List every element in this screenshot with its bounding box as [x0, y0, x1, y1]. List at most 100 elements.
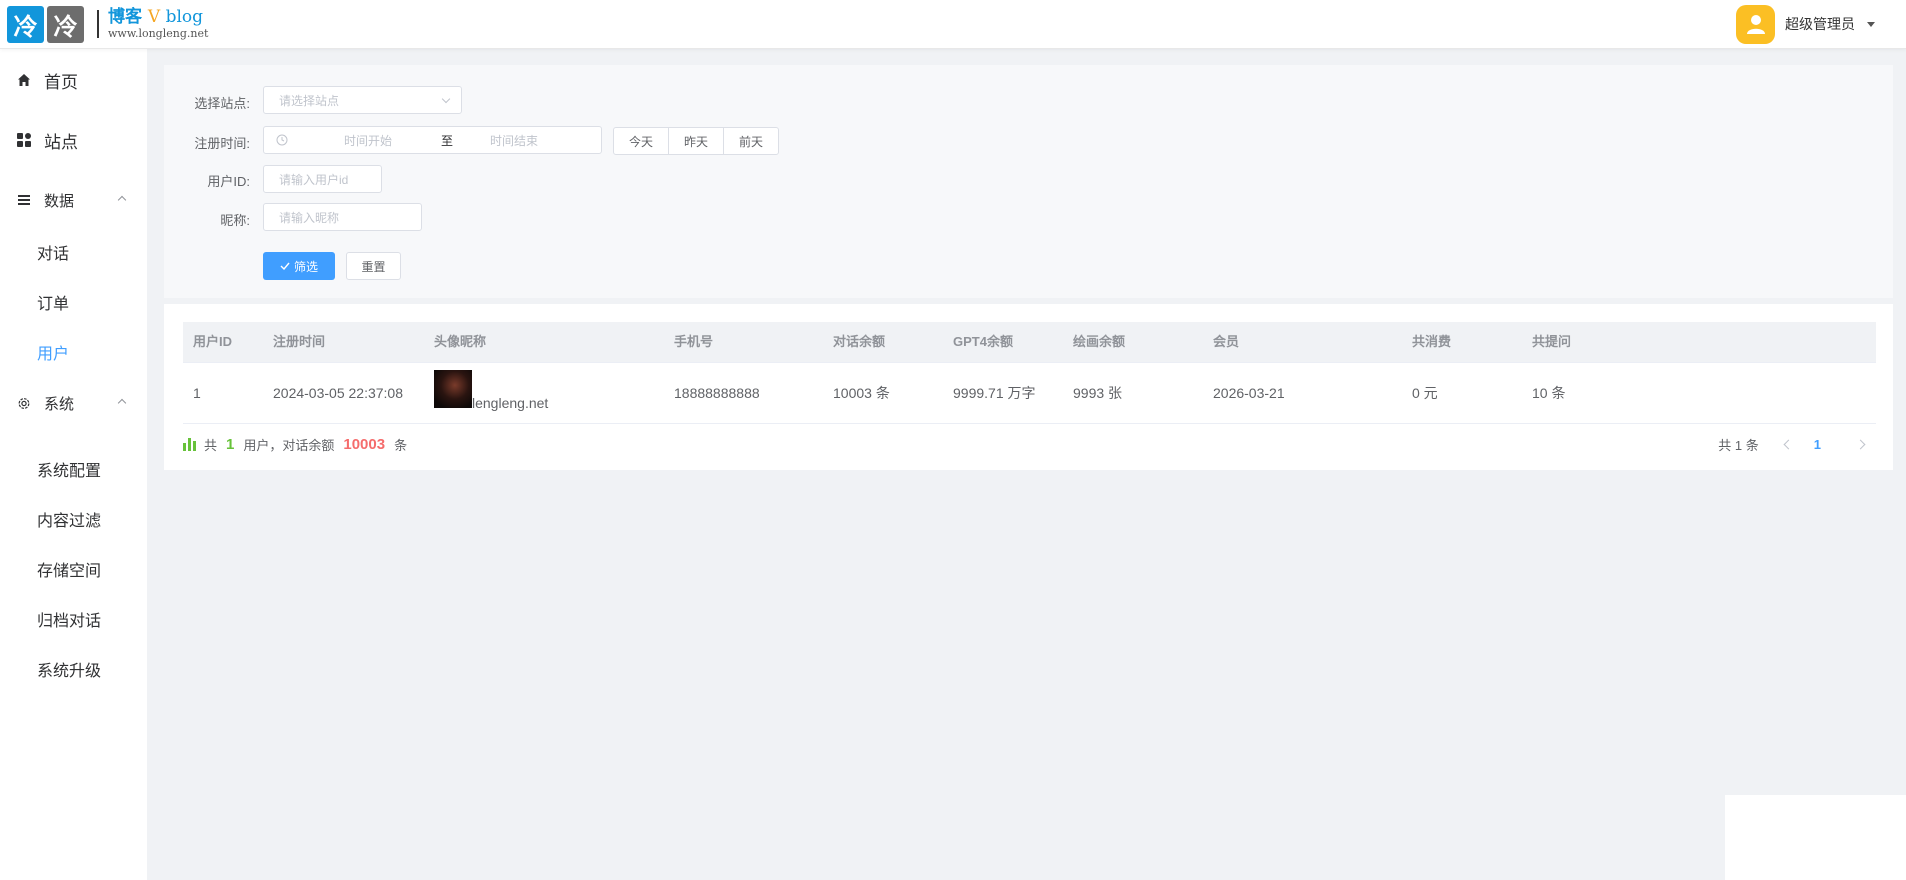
cell-phone: 18888888888 [674, 385, 760, 401]
home-icon [17, 73, 31, 87]
sidebar-item-label: 订单 [37, 296, 70, 313]
sidebar-item-label: 系统配置 [37, 463, 102, 480]
filter-panel: 选择站点: 请选择站点 注册时间: 时间开始 至 时间结束 今天 昨天 前天 用… [164, 65, 1893, 298]
logo-divider [97, 10, 99, 38]
cell-user-id: 1 [193, 385, 201, 401]
cell-reg-time: 2024-03-05 22:37:08 [273, 385, 403, 401]
cell-nickname: lengleng.net [472, 395, 549, 411]
sidebar-item-users[interactable]: 用户 [0, 338, 147, 366]
col-user-id[interactable]: 用户ID [193, 322, 232, 362]
user-avatar-image [434, 370, 472, 408]
sidebar-item-label: 对话 [37, 246, 70, 263]
site-select[interactable]: 请选择站点 [263, 86, 462, 114]
col-total-questions[interactable]: 共提问 [1532, 322, 1571, 362]
quick-range-group: 今天 昨天 前天 [613, 127, 779, 155]
sidebar-item-upgrade[interactable]: 系统升级 [0, 655, 147, 683]
cell-member: 2026-03-21 [1213, 385, 1285, 401]
chevron-right-icon[interactable] [1855, 439, 1866, 449]
sidebar-group-data[interactable]: 数据 [0, 186, 147, 214]
yesterday-button[interactable]: 昨天 [668, 127, 724, 155]
gear-icon [17, 396, 31, 410]
pagination: 共 1 条 1 [1718, 428, 1876, 460]
site-label: 选择站点: [194, 96, 250, 111]
sidebar-item-home[interactable]: 首页 [0, 66, 147, 94]
logo-title: 博客 V blog [108, 6, 208, 27]
sidebar-item-label: 系统升级 [37, 663, 102, 680]
user-table-panel: 用户ID 注册时间 头像昵称 手机号 对话余额 GPT4余额 绘画余额 会员 共… [164, 304, 1893, 470]
user-id-placeholder: 请输入用户id [279, 172, 349, 187]
today-button[interactable]: 今天 [613, 127, 669, 155]
filter-button[interactable]: 筛选 [263, 252, 335, 280]
site-select-placeholder: 请选择站点 [279, 93, 340, 108]
chevron-up-icon [117, 195, 127, 205]
sidebar-group-label: 数据 [44, 192, 75, 210]
col-avatar-nickname[interactable]: 头像昵称 [434, 322, 486, 362]
page-number-current[interactable]: 1 [1814, 437, 1821, 452]
col-chat-balance[interactable]: 对话余额 [833, 322, 885, 362]
col-member[interactable]: 会员 [1213, 322, 1239, 362]
sidebar-item-chat[interactable]: 对话 [0, 238, 147, 266]
col-phone[interactable]: 手机号 [674, 322, 713, 362]
sidebar-item-label: 用户 [37, 346, 70, 363]
reg-time-label: 注册时间: [194, 136, 250, 151]
check-icon [280, 262, 290, 270]
col-gpt4-balance[interactable]: GPT4余额 [953, 322, 1013, 362]
table-row[interactable]: 1 2024-03-05 22:37:08 lengleng.net 18888… [183, 364, 1876, 424]
sidebar-group-system[interactable]: 系统 [0, 389, 147, 417]
reset-button[interactable]: 重置 [346, 252, 401, 280]
sidebar-item-label: 存储空间 [37, 563, 102, 580]
summary-prefix: 共 [204, 437, 218, 453]
sidebar-item-label: 内容过滤 [37, 513, 102, 530]
table-header: 用户ID 注册时间 头像昵称 手机号 对话余额 GPT4余额 绘画余额 会员 共… [183, 322, 1876, 363]
logo[interactable]: 冷 冷 博客 V blog www.longleng.net [7, 5, 209, 43]
logo-title-a: 博客 [108, 6, 148, 27]
day-before-button[interactable]: 前天 [723, 127, 779, 155]
sidebar-item-label: 站点 [44, 132, 78, 152]
cell-total-spent: 0 元 [1412, 385, 1438, 401]
col-draw-balance[interactable]: 绘画余额 [1073, 322, 1125, 362]
logo-title-b: blog [160, 6, 204, 27]
cell-gpt4-balance: 9999.71 万字 [953, 385, 1036, 401]
logo-mark-1: 冷 [7, 5, 44, 43]
sidebar-item-content-filter[interactable]: 内容过滤 [0, 505, 147, 533]
user-id-label: 用户ID: [207, 174, 250, 189]
nickname-input[interactable]: 请输入昵称 [263, 203, 422, 231]
user-name[interactable]: 超级管理员 [1785, 14, 1855, 34]
col-reg-time[interactable]: 注册时间 [273, 322, 325, 362]
sidebar: 首页 站点 数据 对话 订单 用户 系统 系统配置 内容过滤 存储空间 归档对话… [0, 49, 147, 880]
user-menu[interactable]: 超级管理员 [1736, 4, 1875, 44]
date-range-picker[interactable]: 时间开始 至 时间结束 [263, 126, 602, 154]
time-end-input[interactable]: 时间结束 [490, 132, 538, 149]
chevron-up-icon [117, 398, 127, 408]
blank-overlay [1725, 795, 1906, 880]
list-icon [17, 193, 31, 207]
time-start-input[interactable]: 时间开始 [344, 132, 392, 149]
table-summary: 共 1 用户，对话余额 10003 条 [183, 428, 407, 460]
user-id-input[interactable]: 请输入用户id [263, 165, 382, 193]
sidebar-group-label: 系统 [44, 395, 75, 413]
range-separator: 至 [441, 133, 454, 148]
sidebar-item-archive[interactable]: 归档对话 [0, 605, 147, 633]
nickname-label: 昵称: [220, 213, 250, 228]
sidebar-item-storage[interactable]: 存储空间 [0, 555, 147, 583]
top-header: 冷 冷 博客 V blog www.longleng.net 超级管理员 [0, 0, 1906, 49]
sidebar-item-label: 首页 [44, 72, 78, 92]
pagination-total: 共 1 条 [1718, 437, 1759, 453]
nickname-placeholder: 请输入昵称 [279, 210, 340, 225]
logo-url: www.longleng.net [108, 27, 209, 41]
summary-suffix: 条 [394, 437, 408, 453]
bar-chart-icon [183, 437, 198, 451]
col-total-spent[interactable]: 共消费 [1412, 322, 1451, 362]
sidebar-item-system-config[interactable]: 系统配置 [0, 455, 147, 483]
cell-draw-balance: 9993 张 [1073, 385, 1123, 401]
summary-mid: 用户，对话余额 [243, 437, 335, 453]
sidebar-item-orders[interactable]: 订单 [0, 288, 147, 316]
summary-user-count: 1 [226, 435, 235, 453]
chevron-left-icon[interactable] [1783, 439, 1794, 449]
logo-text: 博客 V blog www.longleng.net [108, 6, 209, 41]
sidebar-item-sites[interactable]: 站点 [0, 126, 147, 154]
chevron-down-icon [441, 94, 451, 104]
caret-down-icon[interactable] [1867, 21, 1875, 27]
clock-icon [276, 134, 288, 146]
user-avatar-icon[interactable] [1736, 4, 1775, 44]
